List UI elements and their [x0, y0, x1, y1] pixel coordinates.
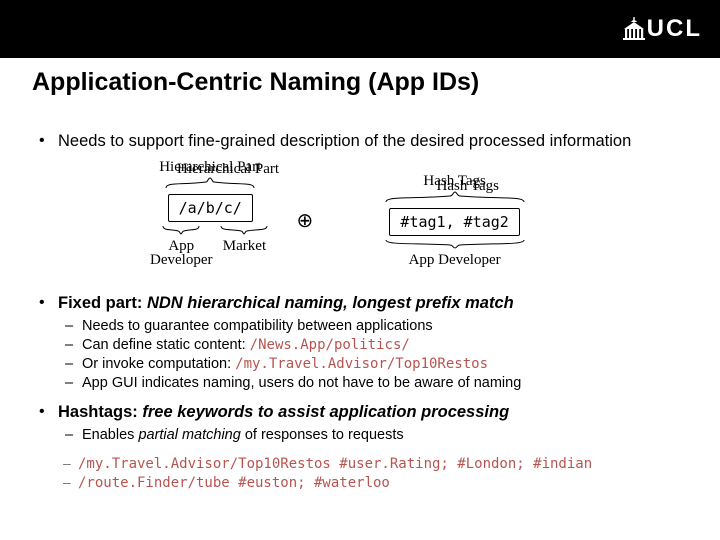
diagram-under-appdev: App Developer	[339, 252, 570, 269]
sub-invoke: Or invoke computation: /my.Travel.Adviso…	[58, 355, 688, 374]
diagram-under-developer: Developer	[150, 252, 212, 269]
diagram-oplus-icon: ⊕	[296, 208, 313, 233]
diagram-right-box: #tag1, #tag2	[389, 208, 519, 236]
sub-compat: Needs to guarantee compatibility between…	[58, 317, 688, 336]
bullet-needs: Needs to support fine-grained descriptio…	[32, 131, 688, 151]
sub-partial: Enables partial matching of responses to…	[58, 426, 688, 445]
diagram-hier-part-label: Hierarchical Part	[150, 159, 270, 176]
ucl-dome-icon	[623, 17, 645, 41]
brace-top-left-icon	[162, 177, 258, 189]
sub-ex2: /route.Finder/tube #euston; #waterloo	[58, 474, 688, 493]
slide-content: Application-Centric Naming (App IDs) Nee…	[0, 58, 720, 493]
diagram-hashtags-label2: Hash Tags	[339, 173, 570, 190]
bullet-hashtags: Hashtags: free keywords to assist applic…	[32, 402, 688, 492]
naming-diagram-body: Hierarchical Part /a/b/c/ App Developer	[150, 159, 570, 269]
brace-under-market-icon	[218, 225, 270, 235]
brace-top-right-icon	[380, 191, 530, 203]
brace-under-app-icon	[160, 225, 202, 235]
sub-static: Can define static content: /News.App/pol…	[58, 336, 688, 355]
ucl-logo: UCL	[623, 15, 702, 43]
ucl-logo-text: UCL	[647, 15, 702, 43]
diagram-left-box: /a/b/c/	[168, 194, 253, 222]
slide-title: Application-Centric Naming (App IDs)	[32, 68, 688, 97]
diagram-under-market: Market	[218, 238, 270, 255]
header-bar: UCL	[0, 0, 720, 58]
bullet-fixed-part: Fixed part: NDN hierarchical naming, lon…	[32, 293, 688, 392]
sub-gui: App GUI indicates naming, users do not h…	[58, 374, 688, 393]
sub-ex1: /my.Travel.Advisor/Top10Restos #user.Rat…	[58, 455, 688, 474]
brace-under-right-icon	[380, 239, 530, 249]
